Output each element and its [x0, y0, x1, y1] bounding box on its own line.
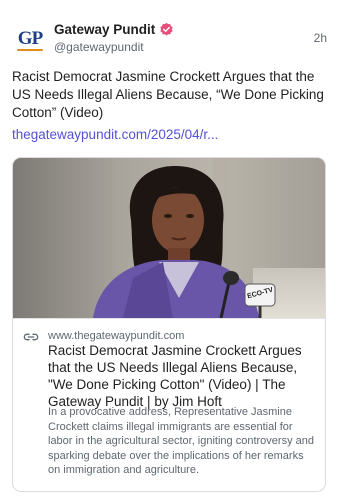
post-text: Racist Democrat Jasmine Crockett Argues … [12, 69, 324, 120]
card-title[interactable]: Racist Democrat Jasmine Crockett Argues … [48, 342, 318, 410]
avatar-logo-text: GP [17, 27, 43, 49]
card-preview-image[interactable]: ECO-TV [13, 158, 325, 318]
card-description: In a provocative address, Representative… [48, 406, 314, 476]
avatar[interactable]: GP [12, 20, 48, 56]
post[interactable]: GP Gateway Pundit @gatewaypundit 2h Raci… [0, 0, 339, 500]
avatar-underline [17, 49, 43, 51]
link-preview-card[interactable]: ECO-TV www.thegatewaypundit.com Racist D… [12, 157, 326, 492]
post-timestamp[interactable]: 2h [314, 31, 327, 45]
verified-badge-icon [160, 22, 173, 36]
author-display-name[interactable]: Gateway Pundit [54, 22, 155, 37]
post-link[interactable]: thegatewaypundit.com/2025/04/r... [12, 127, 218, 142]
author-name-row: Gateway Pundit [54, 22, 174, 37]
link-icon [23, 333, 39, 341]
post-header: GP Gateway Pundit @gatewaypundit 2h [12, 20, 330, 60]
video-still [13, 158, 325, 318]
author-handle[interactable]: @gatewaypundit [54, 40, 144, 54]
card-domain: www.thegatewaypundit.com [48, 330, 185, 342]
card-body: www.thegatewaypundit.com Racist Democrat… [13, 318, 325, 491]
